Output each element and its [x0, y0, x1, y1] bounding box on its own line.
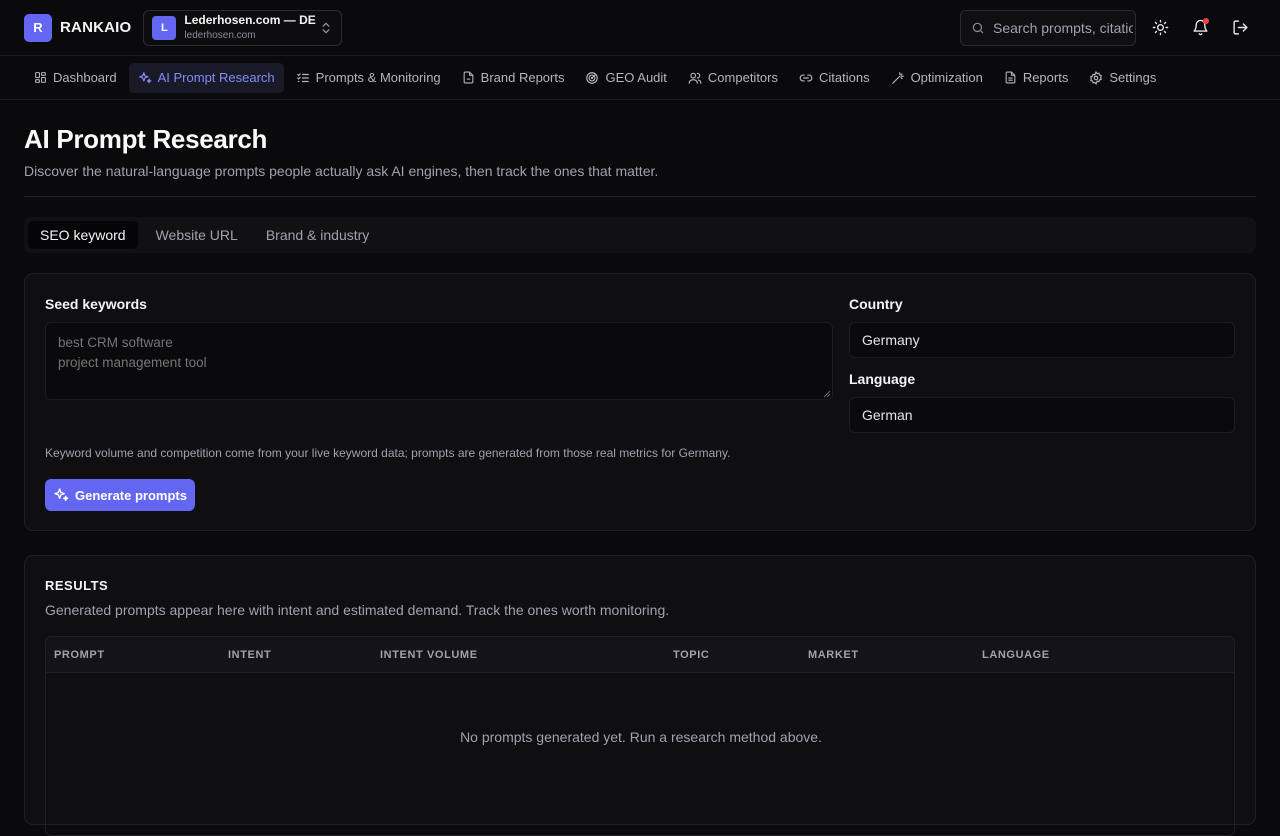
theme-toggle-button[interactable] [1144, 12, 1176, 44]
nav-item-citations[interactable]: Citations [790, 63, 879, 93]
country-label: Country [849, 296, 903, 312]
page-title: AI Prompt Research [24, 124, 268, 154]
language-value: German [862, 407, 913, 423]
app-name: RANKAIO [60, 19, 132, 36]
sparkles-icon [138, 71, 158, 85]
nav-item-geo-audit[interactable]: GEO Audit [576, 63, 675, 93]
column-header-language[interactable]: LANGUAGE [982, 637, 1050, 673]
nav-item-label: GEO Audit [605, 70, 667, 85]
nav-item-label: Prompts & Monitoring [315, 70, 441, 85]
tab-website-url[interactable]: Website URL [142, 221, 252, 249]
logout-icon [1232, 19, 1249, 36]
wand-icon [891, 71, 911, 85]
column-header-topic[interactable]: TOPIC [673, 637, 709, 673]
project-title: Lederhosen.com — DE [184, 13, 316, 28]
language-select[interactable]: German [849, 397, 1235, 433]
header-divider [24, 196, 1256, 197]
column-header-intent[interactable]: INTENT [228, 637, 271, 673]
nav-item-optimization[interactable]: Optimization [882, 63, 992, 93]
tab-brand-industry[interactable]: Brand & industry [252, 221, 384, 249]
search-icon [971, 21, 985, 35]
nav-item-brand-reports[interactable]: Brand Reports [453, 63, 574, 93]
language-label: Language [849, 371, 916, 387]
column-header-market[interactable]: MARKET [808, 637, 859, 673]
nav-item-dashboard[interactable]: Dashboard [25, 63, 126, 93]
column-header-prompt[interactable]: PROMPT [54, 637, 105, 673]
nav-item-label: Reports [1022, 70, 1069, 85]
results-card: RESULTS Generated prompts appear here wi… [24, 555, 1256, 836]
project-avatar: L [152, 15, 177, 40]
gear-icon [1089, 70, 1109, 85]
main-nav: Dashboard AI Prompt Research Prompts & M… [0, 56, 1280, 100]
link-icon [799, 71, 819, 85]
seed-keywords-input[interactable] [45, 322, 833, 400]
nav-item-prompts-monitoring[interactable]: Prompts & Monitoring [287, 63, 450, 93]
table-header: PROMPT INTENT INTENT VOLUME TOPIC MARKET… [46, 637, 1234, 673]
nav-item-reports[interactable]: Reports [995, 63, 1078, 93]
grid-icon [34, 71, 53, 84]
nav-item-settings[interactable]: Settings [1080, 63, 1165, 93]
nav-item-competitors[interactable]: Competitors [679, 63, 787, 93]
research-method-tabs: SEO keyword Website URL Brand & industry [24, 217, 1256, 253]
file-text-icon [1004, 71, 1023, 84]
keyword-help-text: Keyword volume and competition come from… [45, 446, 731, 460]
nav-item-label: Dashboard [53, 70, 117, 85]
tab-seo-keyword[interactable]: SEO keyword [28, 221, 138, 249]
global-search[interactable] [960, 9, 1136, 46]
sparkles-icon [53, 487, 75, 503]
app-logo[interactable]: R [24, 13, 52, 42]
nav-item-label: Optimization [910, 70, 983, 85]
nav-item-label: Citations [818, 70, 870, 85]
nav-item-label: AI Prompt Research [157, 70, 275, 85]
column-header-intent-volume[interactable]: INTENT VOLUME [380, 637, 478, 673]
project-text: Lederhosen.com — DE lederhosen.com [184, 13, 319, 41]
keyword-form-card: Seed keywords Country Germany Language G… [24, 273, 1256, 531]
document-icon [462, 71, 481, 84]
logout-button[interactable] [1224, 12, 1256, 44]
nav-item-label: Brand Reports [480, 70, 565, 85]
results-table: PROMPT INTENT INTENT VOLUME TOPIC MARKET… [45, 636, 1235, 836]
project-switcher[interactable]: L Lederhosen.com — DE lederhosen.com [143, 9, 343, 46]
users-icon [688, 71, 708, 85]
search-input[interactable] [993, 19, 1133, 36]
page-header: AI Prompt Research Discover the natural-… [24, 124, 1256, 179]
top-bar: R RANKAIO L Lederhosen.com — DE lederhos… [0, 0, 1280, 56]
generate-prompts-button[interactable]: Generate prompts [45, 479, 195, 511]
results-title: RESULTS [45, 578, 109, 593]
nav-item-label: Competitors [707, 70, 778, 85]
country-value: Germany [862, 332, 920, 348]
resize-grip-icon[interactable] [823, 390, 831, 398]
seed-keywords-label: Seed keywords [45, 296, 147, 312]
results-subtitle: Generated prompts appear here with inten… [45, 602, 670, 618]
notification-badge [1203, 17, 1209, 24]
empty-state-message: No prompts generated yet. Run a research… [460, 729, 822, 745]
nav-item-label: Settings [1109, 70, 1157, 85]
generate-prompts-label: Generate prompts [75, 487, 187, 503]
notifications-button[interactable] [1184, 12, 1216, 44]
radar-icon [585, 71, 605, 85]
sun-icon [1152, 19, 1169, 36]
country-select[interactable]: Germany [849, 322, 1235, 358]
page-subtitle: Discover the natural-language prompts pe… [24, 163, 659, 179]
project-domain: lederhosen.com [184, 29, 256, 41]
list-check-icon [296, 71, 316, 85]
nav-item-ai-prompt-research[interactable]: AI Prompt Research [128, 62, 284, 93]
chevron-up-down-icon [319, 21, 333, 35]
